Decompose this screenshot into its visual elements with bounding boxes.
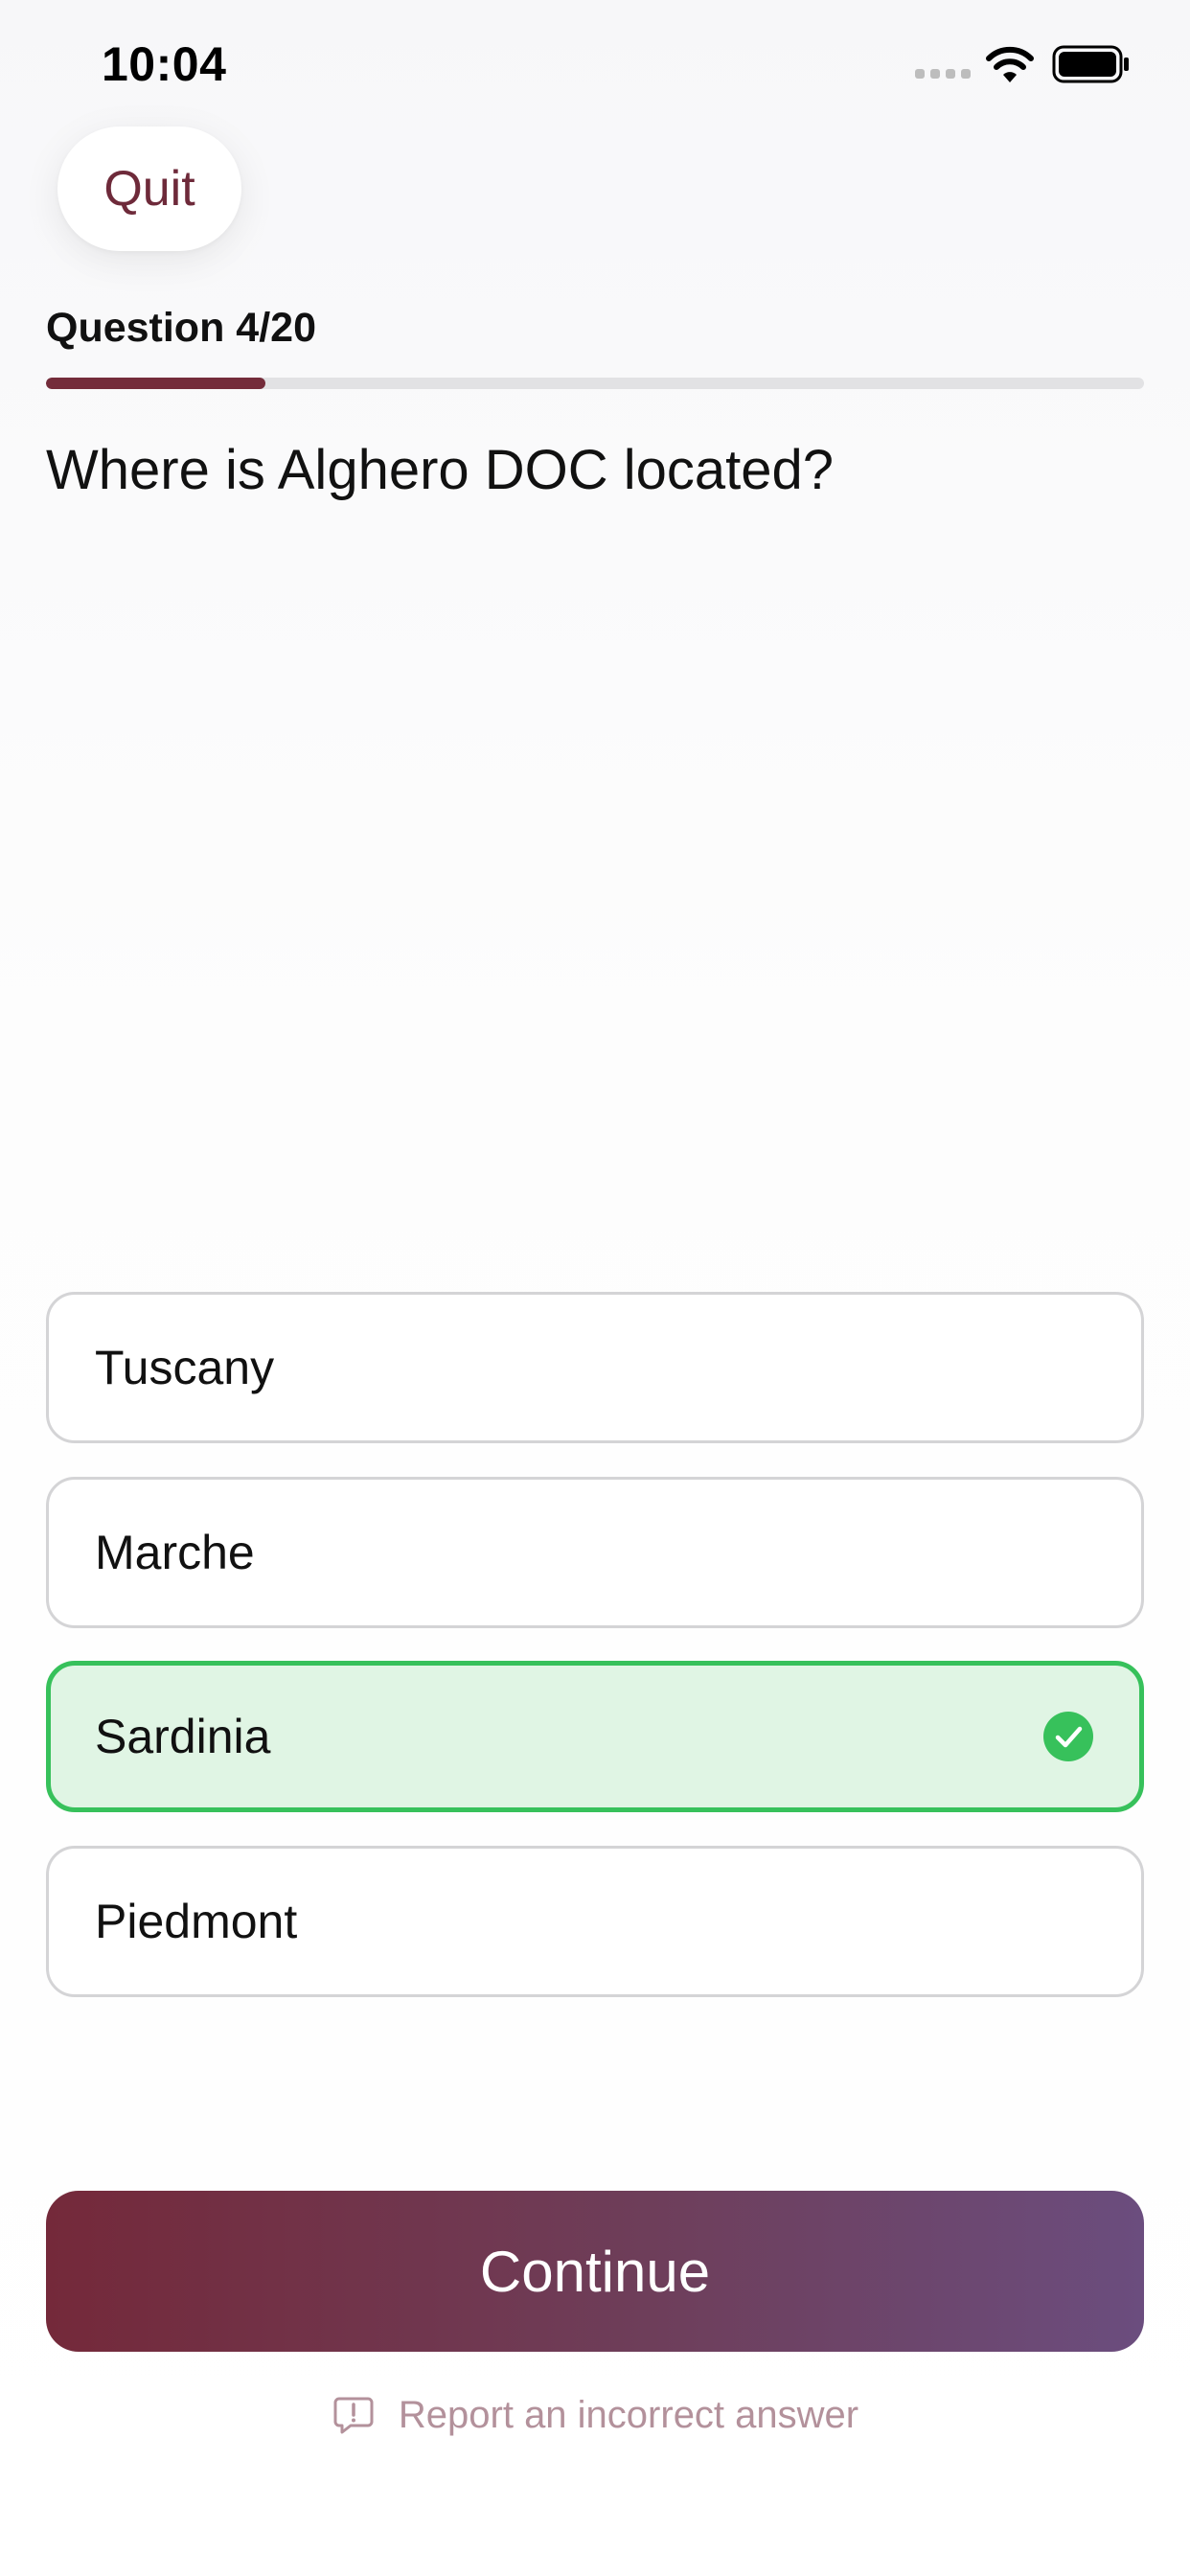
status-bar: 10:04 [0, 0, 1190, 134]
answer-option-label: Sardinia [95, 1710, 271, 1763]
checkmark-circle-icon [1043, 1712, 1093, 1761]
answer-option-sardinia[interactable]: Sardinia [46, 1661, 1144, 1812]
quiz-screen: 10:04 Quit Question 4/20 Where is Algher… [0, 0, 1190, 2576]
answer-option-label: Piedmont [95, 1895, 298, 1948]
answer-option-tuscany[interactable]: Tuscany [46, 1292, 1144, 1443]
report-bubble-icon [333, 2397, 374, 2434]
continue-button[interactable]: Continue [46, 2191, 1144, 2352]
quit-button[interactable]: Quit [57, 126, 241, 251]
answer-option-label: Marche [95, 1526, 255, 1579]
battery-icon [1052, 45, 1129, 83]
report-link-label: Report an incorrect answer [398, 2393, 859, 2436]
status-time: 10:04 [102, 37, 227, 91]
wifi-icon [986, 46, 1034, 82]
progress-bar-fill [46, 378, 266, 389]
cellular-signal-icon [915, 69, 971, 82]
answer-option-marche[interactable]: Marche [46, 1477, 1144, 1628]
question-text: Where is Alghero DOC located? [46, 439, 835, 501]
question-counter: Question 4/20 [46, 305, 316, 351]
answer-option-label: Tuscany [95, 1341, 275, 1394]
report-incorrect-answer-link[interactable]: Report an incorrect answer [0, 2386, 1190, 2444]
answer-option-piedmont[interactable]: Piedmont [46, 1846, 1144, 1997]
progress-bar [46, 378, 1144, 389]
